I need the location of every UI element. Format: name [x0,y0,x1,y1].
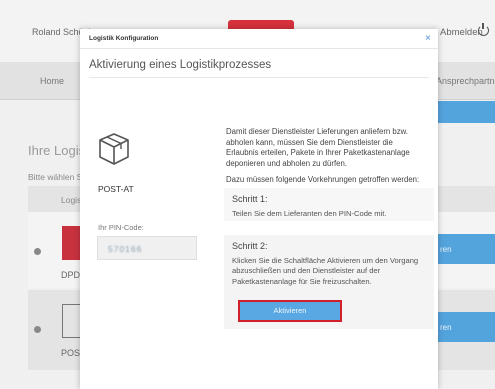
step2-text: Klicken Sie die Schaltfläche Aktivieren … [232,256,419,286]
logout-link[interactable]: Abmelden [440,27,483,38]
close-icon[interactable]: × [425,33,431,44]
intro-text: Damit dieser Dienstleister Lieferungen a… [226,127,410,168]
step1-title: Schritt 1: [232,194,268,204]
page-subtext: Bitte wählen S [28,172,83,182]
nav-action-strip [436,101,495,123]
power-icon[interactable] [478,23,489,36]
radio-dot[interactable] [34,326,41,333]
row-action-button[interactable]: ren [436,234,495,264]
logistics-config-dialog: Logistik Konfiguration × Aktivierung ein… [80,29,438,389]
dialog-heading: Aktivierung eines Logistikprozesses [89,59,272,71]
package-box-icon [99,133,129,165]
nav-contact[interactable]: Ansprechpartner [436,76,495,86]
steps-intro: Dazu müssen folgende Vorkehrungen getrof… [226,175,420,184]
activate-button[interactable]: Aktivieren [238,300,342,322]
step2-title: Schritt 2: [232,241,268,251]
row-action-button[interactable]: ren [436,312,495,342]
pin-code-field: 570166 [97,236,197,260]
dialog-titlebar: Logistik Konfiguration × [80,29,438,49]
step1-text: Teilen Sie dem Lieferanten den PIN-Code … [232,209,387,218]
provider-name: POST-AT [98,184,134,194]
pin-label: Ihr PIN-Code: [98,223,144,232]
pin-code-value: 570166 [108,244,143,254]
dialog-title: Logistik Konfiguration [89,35,159,42]
radio-dot[interactable] [34,248,41,255]
divider [89,77,429,78]
step1-panel: Schritt 1: Teilen Sie dem Lieferanten de… [224,188,434,221]
nav-home[interactable]: Home [40,76,64,86]
